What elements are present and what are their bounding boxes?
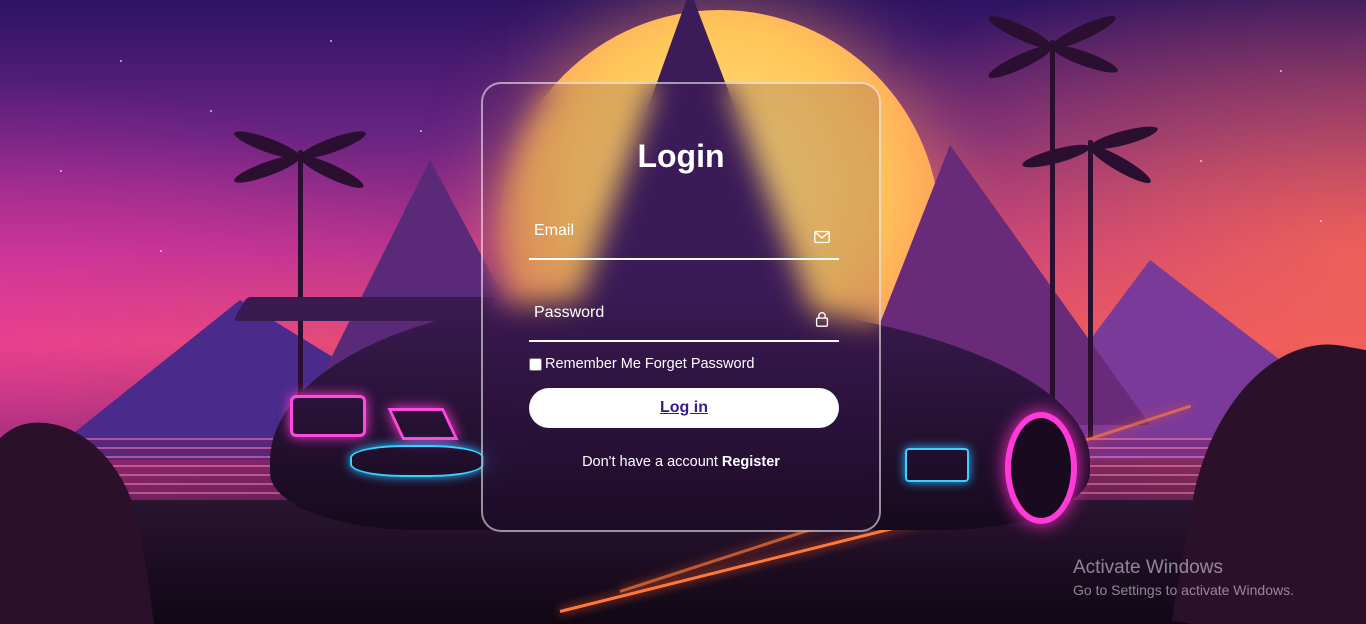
car-wheel [1005, 412, 1077, 524]
star [420, 130, 422, 132]
car-taillight [290, 395, 366, 437]
lock-icon [815, 312, 829, 327]
mail-icon [814, 230, 830, 244]
star [1200, 160, 1202, 162]
no-account-text: Don't have a account [582, 454, 718, 470]
email-field-wrapper: Email [529, 216, 839, 260]
register-row: Don't have a account Register [483, 454, 879, 470]
car-neon-trim [905, 448, 969, 482]
activate-windows-subtitle: Go to Settings to activate Windows. [1073, 582, 1294, 598]
car-neon-trim [350, 445, 484, 477]
star [60, 170, 62, 172]
star [160, 250, 162, 252]
star [1280, 70, 1282, 72]
login-button[interactable]: Log in [529, 388, 839, 428]
star [1320, 220, 1322, 222]
remember-row: Remember Me Forget Password [529, 356, 755, 372]
activate-windows-watermark: Activate Windows Go to Settings to activ… [1073, 557, 1294, 598]
remember-me-checkbox[interactable] [529, 357, 542, 371]
star [330, 40, 332, 42]
activate-windows-title: Activate Windows [1073, 557, 1223, 578]
forget-password-link[interactable]: Forget Password [645, 356, 755, 372]
login-card: Login Email Password Remember Me Forget … [481, 82, 881, 532]
palm-tree [1050, 40, 1055, 430]
password-field-wrapper: Password [529, 298, 839, 342]
remember-me-label[interactable]: Remember Me [545, 356, 641, 372]
star [120, 60, 122, 62]
password-label: Password [534, 304, 605, 321]
login-title: Login [637, 138, 725, 174]
register-link[interactable]: Register [722, 454, 780, 470]
star [210, 110, 212, 112]
palm-tree [1088, 140, 1093, 440]
email-label: Email [534, 222, 575, 239]
